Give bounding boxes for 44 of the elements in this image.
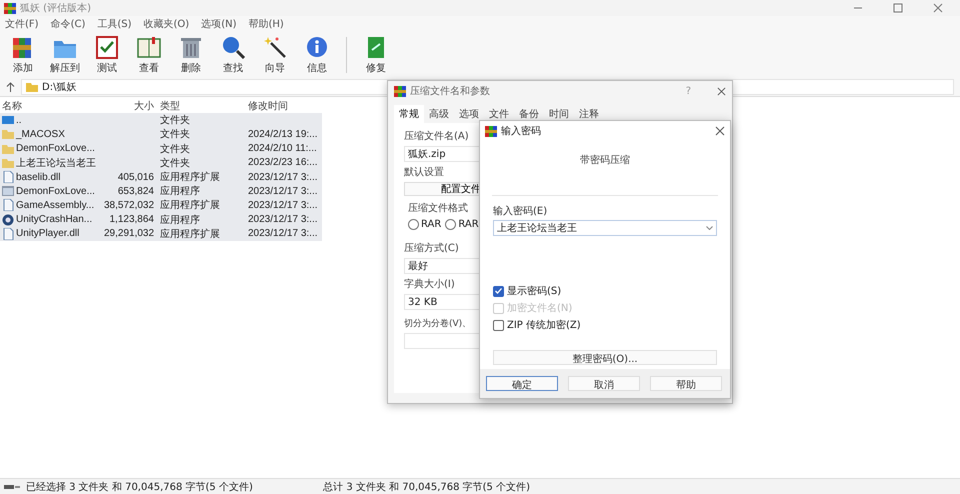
group-label: 压缩文件格式 bbox=[408, 202, 469, 215]
dialog-heading: 带密码压缩 bbox=[579, 154, 631, 167]
file-date: 2024/2/10 11:... bbox=[248, 143, 317, 154]
field-label: 切分为分卷(V)、 bbox=[404, 318, 472, 330]
file-name: 上老王论坛当老王 bbox=[16, 156, 96, 170]
file-name: _MACOSX bbox=[16, 128, 65, 140]
status-text: 已经选择 3 文件夹 和 70,045,768 字节(5 个文件) bbox=[26, 480, 253, 494]
file-name: UnityCrashHan... bbox=[16, 214, 92, 226]
file-type: 应用程序 bbox=[160, 186, 200, 198]
field-label: 压缩文件名(A) bbox=[404, 130, 470, 143]
file-size: 1,123,864 bbox=[110, 214, 154, 226]
field-label: 压缩方式(C) bbox=[404, 242, 460, 255]
file-date: 2023/12/17 3:... bbox=[248, 228, 318, 240]
file-size: 29,291,032 bbox=[104, 228, 154, 240]
file-type: 文件夹 bbox=[160, 115, 190, 126]
file-name: baselib.dll bbox=[16, 172, 60, 183]
file-date: 2023/12/17 3:... bbox=[248, 186, 318, 197]
dialog-title: 压缩文件名和参数 bbox=[410, 84, 490, 98]
file-name: DemonFoxLove... bbox=[16, 186, 95, 197]
file-name: DemonFoxLove... bbox=[16, 143, 95, 154]
file-name: UnityPlayer.dll bbox=[16, 228, 80, 240]
file-type: 应用程序扩展 bbox=[160, 172, 220, 184]
file-type: 文件夹 bbox=[160, 129, 190, 140]
file-type: 应用程序 bbox=[160, 214, 200, 226]
file-type: 文件夹 bbox=[160, 144, 190, 155]
file-name: .. bbox=[16, 114, 22, 126]
field-label: 输入密码(E) bbox=[493, 204, 548, 218]
file-type: 应用程序扩展 bbox=[160, 200, 220, 212]
file-size: 38,572,032 bbox=[104, 200, 154, 211]
status-text: 总计 3 文件夹 和 70,045,768 字节(5 个文件) bbox=[323, 480, 530, 494]
file-date: 2023/12/17 3:... bbox=[248, 214, 318, 226]
file-type: 应用程序扩展 bbox=[160, 228, 220, 240]
file-type: 文件夹 bbox=[160, 158, 190, 169]
file-date: 2023/12/17 3:... bbox=[248, 172, 318, 183]
field-label: 字典大小(I) bbox=[404, 278, 456, 291]
dialog-title: 输入密码 bbox=[501, 124, 541, 138]
file-size: 653,824 bbox=[118, 186, 154, 197]
file-size: 405,016 bbox=[118, 172, 154, 183]
file-date: 2024/2/13 19:... bbox=[248, 128, 318, 140]
file-date: 2023/2/23 16:... bbox=[248, 157, 318, 168]
window-title: 狐妖 (评估版本) bbox=[20, 2, 91, 15]
field-label: 默认设置 bbox=[404, 166, 445, 179]
file-name: GameAssembly... bbox=[16, 200, 94, 211]
file-date: 2023/12/17 3:... bbox=[248, 200, 318, 211]
